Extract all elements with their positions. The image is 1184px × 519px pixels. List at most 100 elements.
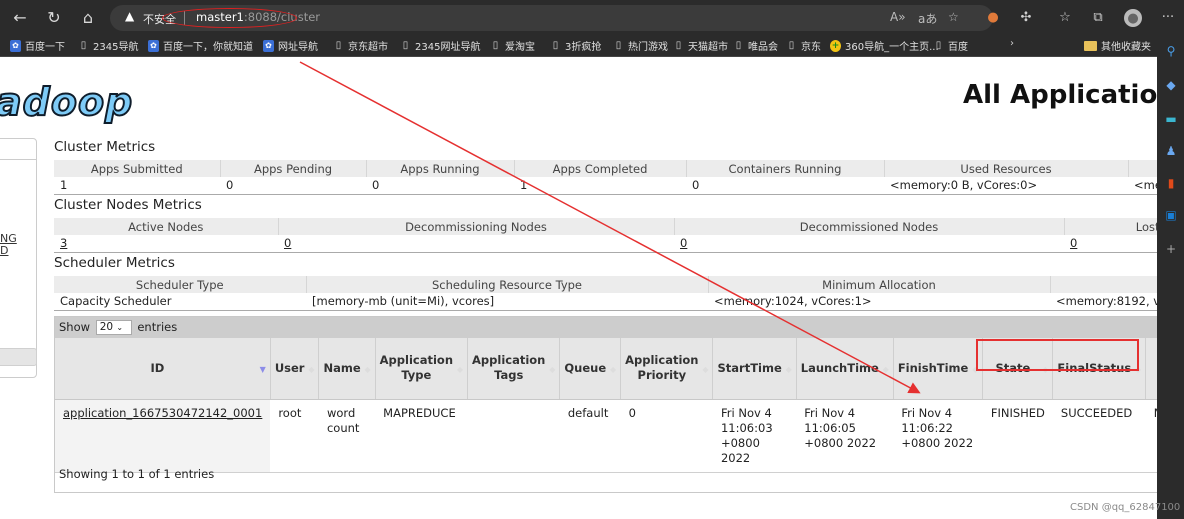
bookmark-label: 唯品会 [748,42,778,53]
hadoop-logo: adoop [0,79,134,125]
back-button[interactable]: ← [10,8,30,28]
decommissioning-nodes-link[interactable]: 0 [284,236,291,250]
column-header-user[interactable]: User ◆ [270,338,320,400]
bookmark-item[interactable]: ▯ 天猫超市 [673,38,728,54]
bookmark-label: 2345网址导航 [415,42,481,53]
edge-sidebar: ⚲ ◆ ▬ ♟ ▮ ▣ + [1157,35,1184,519]
column-header-name[interactable]: Name ◆ [318,338,376,400]
column-header-application-type[interactable]: Application Type ◆ [375,338,469,400]
tag-icon[interactable]: ◆ [1163,77,1179,93]
column-label: Application Type [379,353,454,383]
person-gear-icon[interactable]: ♟ [1163,143,1179,159]
column-header-application-priority[interactable]: Application Priority ◆ [620,338,714,400]
bookmark-label: 百度一下 [25,42,65,53]
column-label: Application Tags [472,353,546,383]
more-menu-icon[interactable]: ··· [1158,8,1178,28]
column-header-launch-time[interactable]: LaunchTime ◆ [796,338,894,400]
application-tags-cell [467,399,560,473]
warning-icon: ▲ [125,9,135,23]
column-header-finish-time[interactable]: FinishTime ◆ [893,338,984,400]
nav-link-finished[interactable]: D [0,244,8,257]
column-label: Application Priority [625,353,699,383]
bookmark-label: 天猫超市 [688,42,728,53]
other-bookmarks-folder[interactable]: 其他收藏夹 [1084,38,1151,53]
column-header: Used Resources [884,160,1129,177]
cluster-nodes-metrics-title: Cluster Nodes Metrics [54,197,202,213]
scheduler-type-value: Capacity Scheduler [54,293,306,311]
home-button[interactable]: ⌂ [78,8,98,28]
column-header-more[interactable] [1145,338,1157,400]
show-label: Show [59,320,91,334]
column-label: Name [323,360,361,375]
column-header: Scheduler Type [54,276,307,293]
bookmark-item[interactable]: ▯ 2345网址导航 [400,38,481,54]
column-header [1128,160,1157,177]
bookmark-item[interactable]: ✿ 百度一下，你就知道 [148,38,253,53]
page-icon: ▯ [675,39,682,51]
translate-icon[interactable]: aあ [918,10,937,27]
extensions-icon[interactable]: ✣ [1016,8,1036,28]
sort-icon: ◆ [308,365,315,374]
column-label: LaunchTime [800,360,879,375]
column-header: Apps Pending [220,160,367,177]
toolbox-icon[interactable]: ▬ [1163,111,1179,127]
search-icon[interactable]: ⚲ [1163,43,1179,59]
bookmark-item[interactable]: ▯ 2345导航 [78,38,139,54]
finish-time-cell: Fri Nov 4 11:06:22 +0800 2022 [893,399,983,473]
page-length-select[interactable]: 20 ⌄ [95,320,132,335]
bookmarks-overflow-chevron-icon[interactable]: › [1010,38,1014,49]
bookmark-label: 京东超市 [348,42,388,53]
office-icon[interactable]: ▮ [1163,175,1179,191]
decommissioned-nodes-link[interactable]: 0 [680,236,687,250]
bookmark-item[interactable]: ▯ 京东超市 [333,38,388,54]
priority-cell: 0 [620,399,713,473]
bookmarks-bar: ✿ 百度一下 ▯ 2345导航 ✿ 百度一下，你就知道 ✿ 网址导航 ▯ 京东超市 ▯ 23… [0,35,1184,57]
bookmark-item[interactable]: ✿ 百度一下 [10,38,65,53]
column-header-start-time[interactable]: StartTime ◆ [712,338,797,400]
folder-icon [1084,40,1097,51]
column-label: FinishTime [897,360,969,375]
divider [0,159,37,160]
extension-icon[interactable]: ● [983,8,1003,28]
favorites-icon[interactable]: ☆ [1055,8,1075,28]
bookmark-item[interactable]: ▯ 热门游戏 [613,38,668,54]
bookmark-item[interactable]: ▯ 唯品会 [733,38,778,54]
bookmark-label: 其他收藏夹 [1101,42,1151,53]
bookmark-item[interactable]: ▯ 京东 [786,38,821,54]
column-label: ID [150,360,165,375]
bookmark-label: 网址导航 [278,42,318,53]
page-icon: ▯ [788,39,795,51]
page-icon: ▯ [552,39,559,51]
page-icon: ▯ [402,39,409,51]
column-header-application-tags[interactable]: Application Tags ◆ [467,338,561,400]
column-header-id[interactable]: ID ▼ [55,338,271,400]
sort-desc-icon: ▼ [259,365,266,374]
add-icon[interactable]: + [1163,241,1179,257]
column-header-queue[interactable]: Queue ◆ [559,338,622,400]
nav-section-bar[interactable] [0,348,37,366]
watermark: CSDN @qq_62847100 [1070,502,1181,513]
apps-running-value: 0 [366,177,514,195]
bookmark-item[interactable]: ▯ 爱淘宝 [490,38,535,54]
favorite-add-icon[interactable]: ☆ [948,10,959,24]
profile-avatar-icon[interactable]: ● [1124,9,1142,27]
read-aloud-icon[interactable]: A» [890,10,906,24]
collections-icon[interactable]: ⧉ [1088,8,1108,28]
bookmark-item[interactable]: +360导航_一个主页... [830,38,939,53]
metric-value: <me [1128,177,1157,195]
bookmark-item[interactable]: ▯ 百度 [933,38,968,54]
lost-nodes-link[interactable]: 0 [1070,236,1077,250]
outlook-icon[interactable]: ▣ [1163,207,1179,223]
application-id-link[interactable]: application_1667530472142_0001 [63,406,262,420]
bookmark-label: 热门游戏 [628,42,668,53]
bookmark-item[interactable]: ▯ 3折疯抢 [550,38,602,54]
address-bar[interactable]: ▲ 不安全 master1:8088/cluster A» aあ ☆ [110,5,993,31]
scheduler-metrics-title: Scheduler Metrics [54,255,175,271]
bookmark-item[interactable]: ✿ 网址导航 [263,38,318,53]
reload-button[interactable]: ↻ [44,8,64,28]
active-nodes-link[interactable]: 3 [60,236,67,250]
containers-running-value: 0 [686,177,884,195]
column-header: Lost [1064,218,1157,235]
sort-icon: ◆ [882,365,889,374]
column-label: Queue [564,360,607,375]
